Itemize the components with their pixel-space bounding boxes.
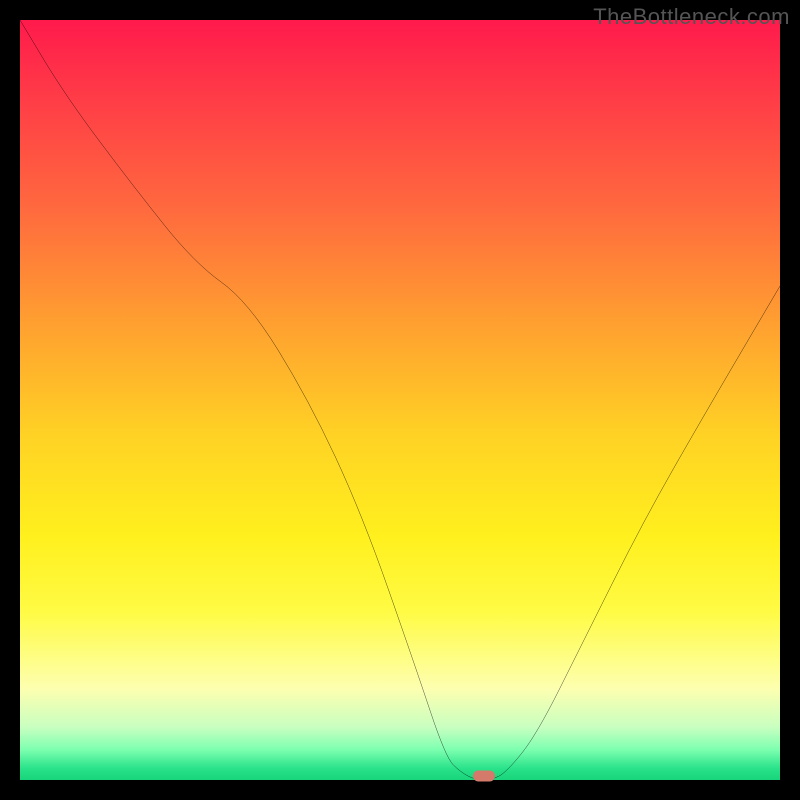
bottleneck-curve	[20, 20, 780, 780]
watermark-text: TheBottleneck.com	[593, 4, 790, 30]
optimal-point-marker	[473, 771, 495, 782]
plot-area	[20, 20, 780, 780]
chart-frame: TheBottleneck.com	[0, 0, 800, 800]
